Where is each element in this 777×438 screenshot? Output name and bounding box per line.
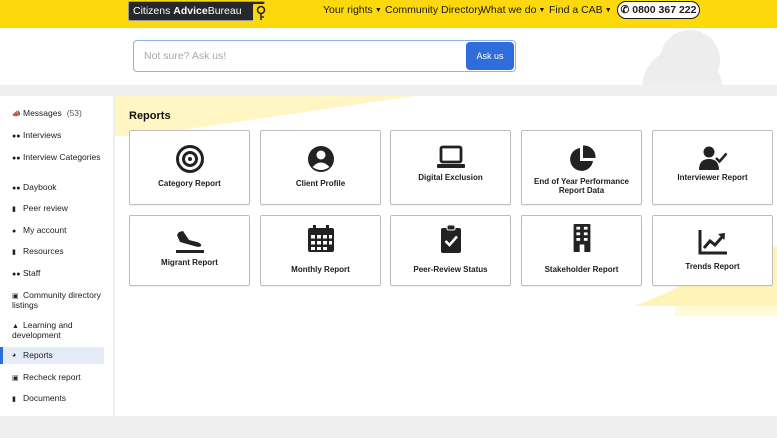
pie-chart-icon	[569, 145, 596, 171]
user-icon: ●	[12, 228, 17, 235]
users-icon: ●●	[12, 133, 21, 140]
sidebar-item-interviews[interactable]: ●● Interviews	[0, 130, 104, 141]
report-card-category[interactable]: Category Report	[129, 130, 250, 205]
users-icon: ●●	[12, 271, 21, 278]
card-label: Monthly Report	[291, 265, 350, 274]
sidebar-item-daybook[interactable]: ●● Daybook	[0, 182, 104, 193]
report-card-monthly[interactable]: Monthly Report	[260, 215, 381, 286]
key-icon	[252, 4, 269, 23]
pie-chart-icon: ◕	[12, 352, 17, 359]
sidebar-item-staff[interactable]: ●● Staff	[0, 268, 104, 279]
calendar-icon	[307, 225, 334, 252]
phone-button[interactable]: ✆ 0800 367 222	[617, 1, 700, 19]
sidebar-item-learning-and-development[interactable]: ▲ Learning and development	[0, 320, 104, 340]
nav-what-we-do[interactable]: What we do ▼	[481, 0, 545, 20]
report-card-digital-exclusion[interactable]: Digital Exclusion	[390, 130, 511, 205]
message-count: (53)	[66, 108, 82, 118]
document-icon: ▮	[12, 396, 16, 403]
file-icon: ▮	[12, 249, 16, 256]
caret-down-icon: ▼	[374, 7, 382, 14]
chart-line-icon	[698, 230, 727, 255]
megaphone-icon: 📣	[12, 111, 21, 118]
bullseye-icon	[175, 145, 204, 173]
card-label: Interviewer Report	[677, 173, 748, 182]
main-content: Reports Category Report Client Profile D…	[115, 96, 777, 416]
caret-down-icon: ▼	[604, 7, 612, 14]
decorative-circle	[660, 30, 720, 85]
sidebar-item-my-account[interactable]: ● My account	[0, 225, 104, 236]
report-card-end-of-year[interactable]: End of Year Performance Report Data	[521, 130, 642, 205]
phone-number: 0800 367 222	[632, 4, 697, 16]
caret-down-icon: ▼	[538, 7, 546, 14]
report-card-peer-review-status[interactable]: Peer-Review Status	[390, 215, 511, 286]
report-card-client-profile[interactable]: Client Profile	[260, 130, 381, 205]
ask-us-button[interactable]: Ask us	[466, 42, 514, 70]
report-card-migrant[interactable]: Migrant Report	[129, 215, 250, 286]
users-icon: ●●	[12, 185, 21, 192]
sidebar-item-community-directory-listings[interactable]: ▣ Community directory listings	[0, 290, 104, 310]
sidebar-item-documents[interactable]: ▮ Documents	[0, 393, 104, 404]
clipboard-icon: ▮	[12, 206, 16, 213]
card-label: Category Report	[158, 179, 221, 188]
search-box: Ask us	[133, 40, 516, 72]
nav-community-directory[interactable]: Community Directory	[385, 0, 483, 20]
card-label: Trends Report	[685, 262, 740, 271]
user-circle-icon	[307, 146, 334, 172]
report-card-interviewer[interactable]: Interviewer Report	[652, 130, 773, 205]
sidebar: 📣 Messages (53) ●● Interviews ●● Intervie…	[0, 96, 113, 416]
sidebar-item-peer-review[interactable]: ▮ Peer review	[0, 203, 104, 214]
top-header: Citizens AdviceBureau Your rights ▼ Commu…	[0, 0, 777, 28]
graduation-cap-icon: ▲	[12, 323, 19, 330]
user-check-icon	[698, 146, 727, 170]
phone-icon: ✆	[620, 4, 630, 16]
card-label: Peer-Review Status	[413, 265, 488, 274]
site-logo[interactable]: Citizens AdviceBureau	[128, 1, 269, 23]
nav-find-a-cab[interactable]: Find a CAB ▼	[549, 0, 612, 20]
plane-arrival-icon	[175, 231, 204, 253]
search-band: Ask us	[0, 28, 777, 85]
footer-strip	[0, 416, 777, 438]
card-label: End of Year Performance Report Data	[534, 177, 629, 195]
card-label: Stakeholder Report	[544, 265, 619, 274]
sidebar-item-reports[interactable]: ◕ Reports	[0, 347, 104, 364]
card-label: Digital Exclusion	[418, 173, 483, 182]
card-label: Migrant Report	[161, 258, 218, 267]
address-book-icon: ▣	[12, 293, 19, 300]
card-label: Client Profile	[295, 179, 346, 188]
building-icon	[573, 224, 590, 252]
sidebar-item-recheck-report[interactable]: ▣ Recheck report	[0, 372, 104, 383]
search-input[interactable]	[134, 41, 464, 71]
users-icon: ●●	[12, 155, 21, 162]
check-square-icon: ▣	[12, 375, 19, 382]
nav-your-rights[interactable]: Your rights ▼	[323, 0, 382, 20]
sidebar-item-interview-categories[interactable]: ●● Interview Categories	[0, 152, 104, 163]
page-title: Reports	[129, 110, 171, 122]
sidebar-item-resources[interactable]: ▮ Resources	[0, 246, 104, 257]
report-card-stakeholder[interactable]: Stakeholder Report	[521, 215, 642, 286]
sidebar-item-messages[interactable]: 📣 Messages (53)	[0, 108, 104, 119]
report-card-trends[interactable]: Trends Report	[652, 215, 773, 286]
laptop-icon	[436, 145, 465, 168]
clipboard-check-icon	[440, 225, 461, 253]
